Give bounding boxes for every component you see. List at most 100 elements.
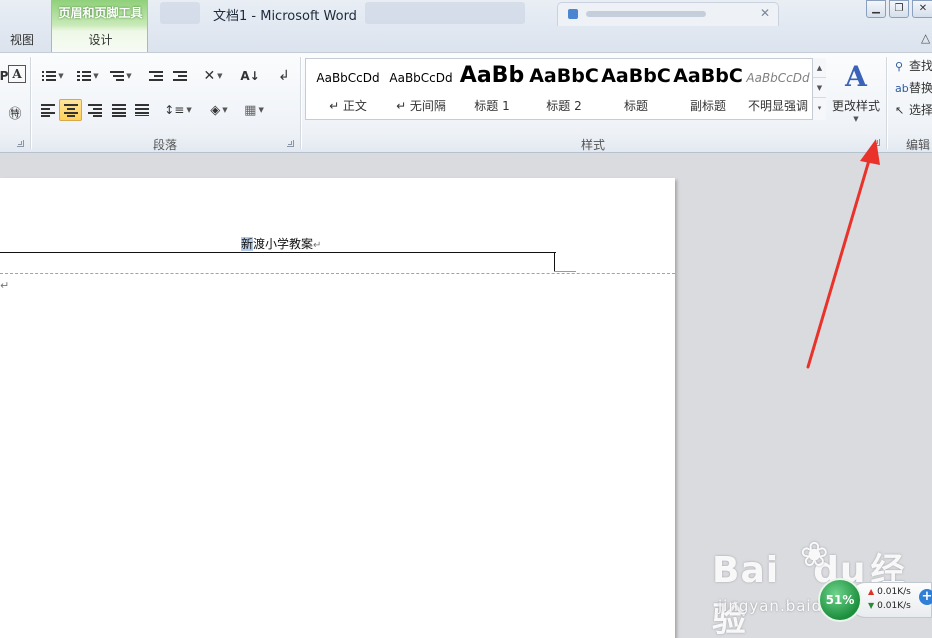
select-button[interactable]: ↖ 选择 [895, 101, 932, 121]
sort-button[interactable]: A↓ [239, 65, 261, 87]
header-text[interactable]: 新渡小学教案↵ [241, 235, 321, 252]
justify-button[interactable] [108, 99, 130, 121]
style-sample: AaBbC [529, 65, 599, 87]
increase-indent-icon [173, 70, 187, 82]
close-window-button[interactable]: ✕ [912, 0, 932, 18]
style-sample: AaBbC [673, 65, 743, 87]
style-item[interactable]: AaBbC 标题 2 [528, 61, 599, 117]
phonetic-guide-icon[interactable]: ㊕ [5, 101, 25, 123]
find-button[interactable]: ⚲ 查找 [895, 57, 932, 77]
paint-bucket-icon: ◈ [210, 102, 221, 118]
distributed-button[interactable] [131, 99, 153, 121]
replace-button[interactable]: ab替换 [895, 79, 932, 99]
decrease-indent-button[interactable] [145, 65, 167, 87]
scroll-up-icon[interactable]: ▲ [813, 58, 826, 78]
styles-gallery-scroll: ▲ ▼ ▾ [812, 58, 826, 120]
decrease-indent-icon [149, 70, 163, 82]
group-label-paragraph: 段落 [152, 138, 177, 152]
download-speed: 0.01K/s [877, 601, 911, 611]
numbering-icon [77, 70, 92, 82]
style-item[interactable]: AaBbC 标题 [600, 61, 671, 117]
scroll-down-icon[interactable]: ▼ [813, 78, 826, 98]
bullets-button[interactable]: ▼ [38, 65, 68, 87]
replace-label: 替换 [909, 81, 932, 95]
style-item[interactable]: AaBbC 副标题 [672, 61, 743, 117]
change-styles-button[interactable]: A 更改样式 ▼ [829, 57, 883, 133]
close-icon[interactable]: ✕ [760, 6, 770, 20]
header-selected-text: 新 [241, 237, 254, 251]
upload-speed: 0.01K/s [877, 587, 911, 597]
download-arrow-icon: ▼ [868, 601, 875, 610]
margin-corner-mark [554, 271, 576, 272]
bullets-icon [42, 70, 57, 82]
chevron-down-icon: ▼ [853, 115, 859, 123]
replace-icon: ab [895, 82, 909, 95]
style-sample: AaBb [459, 63, 525, 87]
style-item[interactable]: AaBb 标题 1 [456, 61, 526, 117]
style-item[interactable]: AaBbCcDd 不明显强调 [742, 61, 812, 117]
paragraph-dialog-launcher-icon[interactable] [287, 140, 294, 147]
style-sample: AaBbC [601, 65, 671, 87]
favicon-icon [568, 9, 578, 19]
cursor-icon: ↖ [895, 104, 905, 117]
window-controls: ▁ ❐ ✕ [862, 0, 932, 20]
multilevel-list-icon [110, 70, 125, 82]
styles-gallery: AaBbCcDd ↵ 正文 AaBbCcDd ↵ 无间隔 AaBb 标题 1 AaBbC 标题… [305, 58, 826, 120]
minimize-button[interactable]: ▁ [866, 0, 886, 18]
tab-view[interactable]: 视图 [10, 31, 34, 48]
border-grid-icon: ▦ [244, 102, 257, 118]
style-name: ↵ 无间隔 [396, 99, 446, 113]
ribbon-collapse-icon[interactable]: △ [921, 31, 930, 45]
background-browser-tab[interactable]: ✕ [557, 2, 779, 26]
header-footer-tools-tab-group: 页眉和页脚工具 设计 [51, 0, 148, 52]
paragraph-marks-icon: ↲ [278, 68, 290, 84]
align-left-button[interactable] [37, 99, 59, 121]
font-group-partial-button[interactable]: P [0, 65, 8, 87]
binoculars-icon: ⚲ [895, 60, 904, 73]
blurred-tab-title [586, 11, 706, 17]
style-item[interactable]: AaBbCcDd ↵ 正文 [312, 61, 382, 117]
header-remaining-text: 渡小学教案 [253, 237, 314, 251]
line-spacing-button[interactable]: ↕≡ ▼ [163, 99, 193, 121]
style-item[interactable]: AaBbCcDd ↵ 无间隔 [385, 61, 455, 117]
show-hide-marks-button[interactable]: ↲ [274, 65, 294, 87]
align-right-button[interactable] [84, 99, 106, 121]
plus-icon[interactable]: + [919, 589, 932, 605]
multilevel-list-button[interactable]: ▼ [106, 65, 136, 87]
tab-design[interactable]: 设计 [52, 31, 149, 48]
body-paragraph-mark: ↵ [0, 279, 10, 292]
style-sample: AaBbCcDd [316, 71, 380, 85]
font-dialog-launcher-icon[interactable] [17, 140, 24, 147]
line-spacing-icon: ↕≡ [164, 103, 185, 117]
blurred-region [160, 2, 200, 24]
chinese-layout-button[interactable]: ✕ ▼ [198, 65, 228, 87]
align-center-icon [63, 104, 78, 117]
borders-button[interactable]: ▦ ▼ [239, 99, 269, 121]
title-bar: 视图 页眉和页脚工具 设计 文档1 - Microsoft Word ✕ ▁ ❐… [0, 0, 932, 52]
header-boundary-dashed-line [0, 273, 675, 274]
style-name: 标题 1 [474, 99, 510, 113]
increase-indent-button[interactable] [169, 65, 191, 87]
change-styles-icon: A [845, 60, 867, 93]
upload-speed-row: ▲ 0.01K/s [868, 587, 911, 597]
context-tab-group-title: 页眉和页脚工具 [58, 6, 143, 20]
more-styles-icon[interactable]: ▾ [813, 98, 826, 118]
chinese-layout-icon: ✕ [203, 68, 216, 84]
shading-button[interactable]: ◈ ▼ [204, 99, 234, 121]
style-sample: AaBbCcDd [746, 71, 810, 85]
blurred-region [365, 2, 525, 24]
style-name: 标题 [623, 99, 648, 113]
find-label: 查找 [909, 59, 932, 73]
distributed-icon [135, 104, 149, 116]
align-center-button[interactable] [59, 99, 82, 121]
header-paragraph-mark: ↵ [313, 240, 322, 251]
character-border-button[interactable]: A [8, 65, 26, 83]
group-label-editing: 编辑 [906, 138, 931, 152]
restore-button[interactable]: ❐ [889, 0, 909, 18]
numbering-button[interactable]: ▼ [73, 65, 103, 87]
download-speed-row: ▼ 0.01K/s [868, 601, 911, 611]
network-speed-widget[interactable]: 51% ▲ 0.01K/s ▼ 0.01K/s + [818, 578, 932, 622]
document-page[interactable]: 新渡小学教案↵ ↵ [0, 178, 675, 638]
group-label-styles: 样式 [580, 138, 605, 152]
upload-arrow-icon: ▲ [868, 587, 875, 596]
